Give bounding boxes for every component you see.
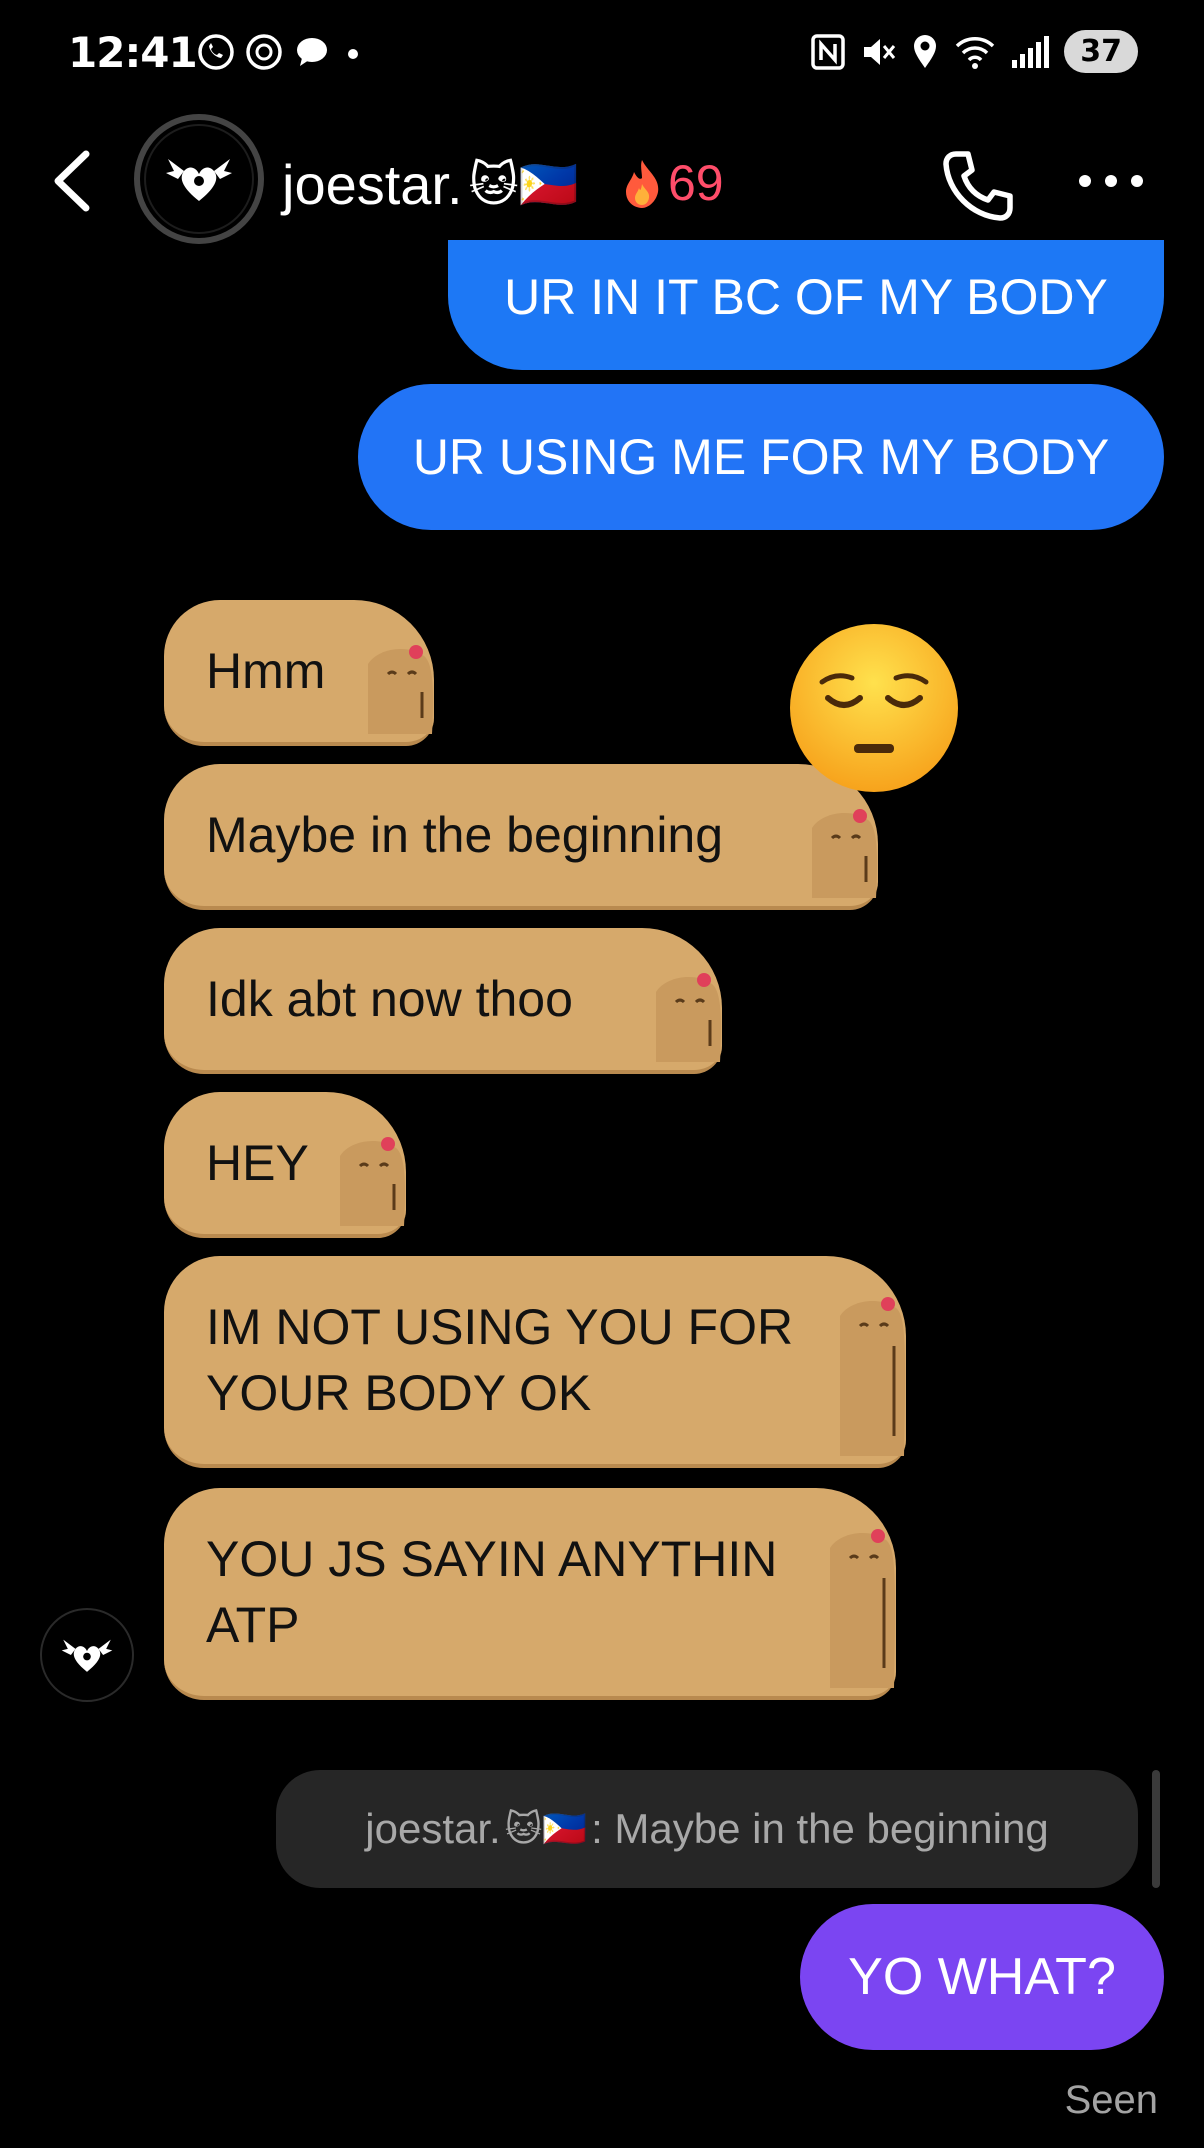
seen-status: Seen [1064,2078,1158,2122]
message-text-line: YOUR BODY OK [206,1365,592,1421]
streak-indicator: 69 [620,154,724,212]
signal-icon [1012,35,1050,68]
capybara-icon [840,1297,906,1456]
dot-icon [348,49,358,59]
wifi-icon [956,36,995,69]
quoted-text: : Maybe in the beginning [591,1805,1049,1852]
outgoing-message[interactable]: UR IN IT BC OF MY BODY [448,240,1164,370]
fire-icon [626,160,659,208]
more-options-button[interactable] [1076,166,1146,196]
capybara-icon [812,809,878,898]
message-text: HEY [206,1135,309,1191]
message-text: Maybe in the beginning [206,807,724,863]
capybara-icon [656,973,722,1062]
winged-heart-logo-icon [61,1639,113,1672]
message-text-block: IM NOT USING YOU FOR YOUR BODY OK [206,1294,793,1426]
message-text: YO WHAT? [848,1948,1116,2006]
back-button[interactable] [44,146,104,216]
battery-indicator: 37 [1064,30,1138,73]
status-time: 12:41 [68,28,198,77]
chat-icon [297,38,327,66]
phone-call-button[interactable] [938,146,1018,226]
message-text: Idk abt now thoo [206,971,573,1027]
contact-emoji-badges: 🐱🇵🇭 [468,159,579,212]
message-text: UR USING ME FOR MY BODY [412,429,1110,485]
winged-heart-logo-icon [166,159,232,201]
whatsapp-icon [198,34,234,70]
outgoing-reply-message[interactable]: YO WHAT? [800,1904,1164,2050]
reply-indicator-bar [1152,1770,1160,1888]
pensive-face-icon [790,624,958,792]
quoted-reply-preview[interactable]: joestar. 🐱🇵🇭 : Maybe in the beginning [276,1770,1138,1888]
quoted-sender: joestar. [365,1805,501,1852]
notification-icons [196,32,366,72]
incoming-message[interactable]: Hmm [164,600,434,746]
message-text: UR IN IT BC OF MY BODY [504,269,1108,325]
sender-avatar[interactable] [40,1608,134,1702]
capybara-icon [340,1137,406,1226]
contact-avatar[interactable] [134,114,264,244]
message-text: Hmm [206,643,326,699]
nfc-icon [811,33,845,70]
quoted-sender-emojis: 🐱🇵🇭 [504,1808,588,1849]
outgoing-message[interactable]: UR USING ME FOR MY BODY [358,384,1164,530]
mute-icon [864,38,896,65]
contact-name[interactable]: joestar. 🐱🇵🇭 [282,152,578,217]
message-text-line: YOU JS SAYIN ANYTHIN [206,1531,778,1587]
capybara-icon [830,1529,896,1688]
message-text-line: IM NOT USING YOU FOR [206,1299,794,1355]
capybara-icon [368,645,434,734]
incoming-message[interactable]: HEY [164,1092,406,1238]
incoming-message[interactable]: Idk abt now thoo [164,928,722,1074]
threads-icon [246,34,282,70]
incoming-message[interactable]: Maybe in the beginning [164,764,878,910]
streak-count: 69 [668,155,724,211]
pensive-face-reaction[interactable]: 😔 [788,622,960,794]
incoming-message[interactable]: YOU JS SAYIN ANYTHIN ATP [164,1488,896,1700]
contact-username: joestar. [282,153,463,216]
system-icons: 37 [810,30,1138,73]
message-text-line: ATP [206,1597,300,1653]
incoming-message[interactable]: IM NOT USING YOU FOR YOUR BODY OK [164,1256,906,1468]
message-text-block: YOU JS SAYIN ANYTHIN ATP [206,1526,777,1658]
location-icon [914,34,937,68]
